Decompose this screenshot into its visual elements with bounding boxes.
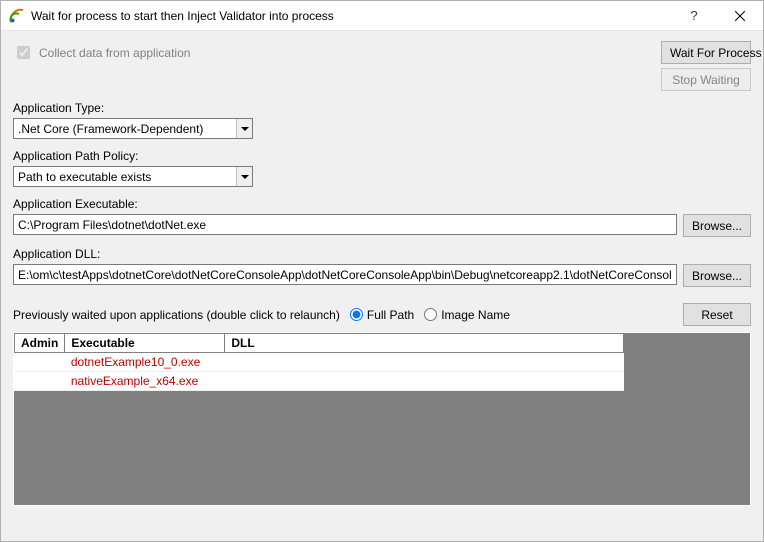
path-policy-value: Path to executable exists bbox=[18, 170, 151, 184]
cell-executable: nativeExample_x64.exe bbox=[65, 372, 225, 391]
table-header-row: Admin Executable DLL bbox=[15, 334, 624, 353]
dll-input[interactable] bbox=[13, 264, 677, 285]
path-policy-label: Application Path Policy: bbox=[13, 149, 751, 163]
collect-label: Collect data from application bbox=[39, 46, 190, 60]
collect-checkbox-input bbox=[17, 46, 30, 59]
path-policy-combo[interactable]: Path to executable exists bbox=[13, 166, 253, 187]
cell-executable: dotnetExample10_0.exe bbox=[65, 353, 225, 372]
chevron-down-icon bbox=[236, 119, 252, 138]
col-dll[interactable]: DLL bbox=[225, 334, 624, 353]
app-type-label: Application Type: bbox=[13, 101, 751, 115]
stop-waiting-button: Stop Waiting bbox=[661, 68, 751, 91]
chevron-down-icon bbox=[236, 167, 252, 186]
cell-admin bbox=[15, 372, 65, 391]
app-icon bbox=[9, 8, 25, 24]
cell-dll bbox=[225, 353, 624, 372]
table-row[interactable]: dotnetExample10_0.exe bbox=[15, 353, 624, 372]
close-button[interactable] bbox=[717, 1, 763, 31]
table-row[interactable]: nativeExample_x64.exe bbox=[15, 372, 624, 391]
executable-label: Application Executable: bbox=[13, 197, 751, 211]
app-type-combo[interactable]: .Net Core (Framework-Dependent) bbox=[13, 118, 253, 139]
col-executable[interactable]: Executable bbox=[65, 334, 225, 353]
executable-input[interactable] bbox=[13, 214, 677, 235]
wait-for-process-button[interactable]: Wait For Process bbox=[661, 41, 751, 64]
previous-label: Previously waited upon applications (dou… bbox=[13, 308, 340, 322]
dll-label: Application DLL: bbox=[13, 247, 751, 261]
cell-dll bbox=[225, 372, 624, 391]
radio-full-path[interactable]: Full Path bbox=[350, 308, 414, 322]
reset-button[interactable]: Reset bbox=[683, 303, 751, 326]
browse-executable-button[interactable]: Browse... bbox=[683, 214, 751, 237]
window-title: Wait for process to start then Inject Va… bbox=[31, 9, 671, 23]
close-icon bbox=[735, 11, 745, 21]
titlebar: Wait for process to start then Inject Va… bbox=[1, 1, 763, 31]
radio-image-name[interactable]: Image Name bbox=[424, 308, 510, 322]
app-type-value: .Net Core (Framework-Dependent) bbox=[18, 122, 203, 136]
previous-apps-table[interactable]: Admin Executable DLL dotnetExample10_0.e… bbox=[13, 332, 751, 506]
collect-checkbox: Collect data from application bbox=[13, 43, 190, 62]
help-button[interactable]: ? bbox=[671, 1, 717, 31]
cell-admin bbox=[15, 353, 65, 372]
browse-dll-button[interactable]: Browse... bbox=[683, 264, 751, 287]
col-admin[interactable]: Admin bbox=[15, 334, 65, 353]
